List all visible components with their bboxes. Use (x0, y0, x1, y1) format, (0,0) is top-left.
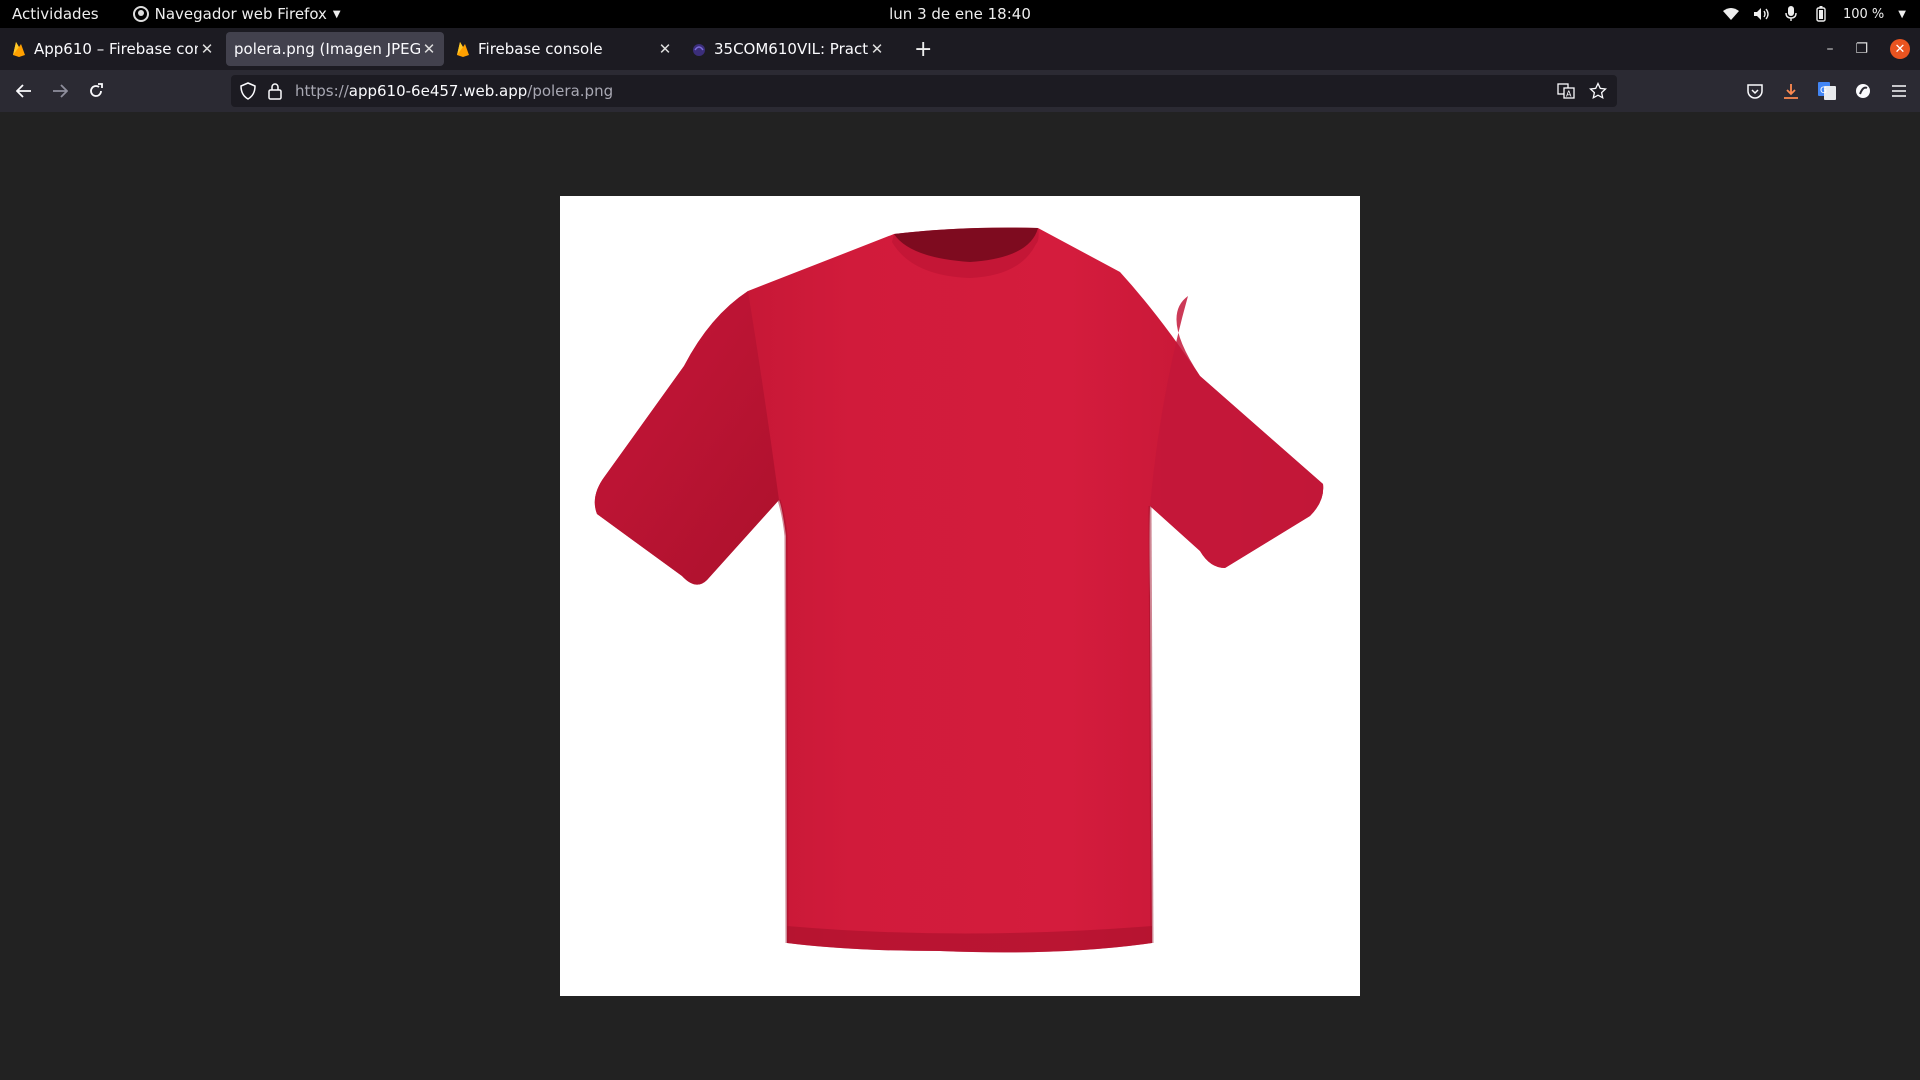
app-menu-button[interactable] (1888, 80, 1910, 102)
tracking-protection-shield-icon[interactable] (239, 82, 257, 100)
tab-app610-firebase[interactable]: App610 – Firebase console ✕ (4, 32, 222, 66)
translator-extension-button[interactable]: G (1816, 80, 1838, 102)
firebase-icon (13, 42, 25, 57)
tab-title: polera.png (Imagen JPEG, 800 × 800 píxel… (234, 40, 420, 58)
moodle-icon (693, 44, 705, 56)
pocket-button[interactable] (1744, 80, 1766, 102)
tab-title: App610 – Firebase console (34, 40, 198, 58)
system-tray[interactable]: 100 % ▼ (1722, 0, 1906, 28)
lock-icon[interactable] (267, 82, 283, 100)
downloads-button[interactable] (1780, 80, 1802, 102)
clock: lun 3 de ene 18:40 (0, 5, 1920, 23)
firebase-icon (457, 42, 469, 57)
arrow-left-icon (16, 84, 31, 98)
extension-icon (1856, 84, 1870, 98)
download-icon (1784, 84, 1798, 99)
tab-title: Firebase console (478, 40, 603, 58)
navigation-bar: https://app610-6e457.web.app/polera.png … (0, 70, 1920, 112)
gnome-top-bar: Actividades Navegador web Firefox ▼ lun … (0, 0, 1920, 28)
tab-strip: App610 – Firebase console ✕ polera.png (… (0, 28, 1920, 70)
reload-icon (90, 83, 103, 97)
volume-icon (1753, 6, 1769, 22)
close-window-button[interactable]: ✕ (1890, 39, 1910, 59)
svg-text:G: G (1820, 86, 1827, 96)
close-icon[interactable]: ✕ (198, 40, 216, 58)
battery-percent: 100 % (1842, 6, 1885, 22)
reload-button[interactable] (78, 75, 114, 107)
window-controls: – ❐ ✕ (1826, 28, 1910, 70)
image-viewer (0, 112, 1920, 1080)
new-tab-button[interactable]: + (914, 37, 932, 62)
polera-image[interactable] (560, 196, 1360, 996)
red-tshirt-image (594, 227, 1324, 953)
extension-button[interactable] (1852, 80, 1874, 102)
pocket-icon (1747, 84, 1763, 99)
forward-button[interactable] (42, 75, 78, 107)
svg-text:A: A (1566, 90, 1572, 99)
translate-icon[interactable]: A (1557, 82, 1575, 100)
url-scheme: https:// (295, 82, 349, 100)
close-icon[interactable]: ✕ (656, 40, 674, 58)
tab-polera-image[interactable]: polera.png (Imagen JPEG, 800 × 800 píxel… (226, 32, 444, 66)
hamburger-menu-icon (1892, 85, 1906, 97)
battery-icon (1813, 6, 1829, 22)
arrow-right-icon (53, 84, 68, 98)
back-button[interactable] (6, 75, 42, 107)
close-icon[interactable]: ✕ (420, 40, 438, 58)
chevron-down-icon: ▼ (1898, 8, 1906, 20)
toolbar-actions: G (1744, 70, 1910, 112)
restore-button[interactable]: ❐ (1855, 41, 1868, 57)
tab-firebase-console[interactable]: Firebase console ✕ (448, 32, 680, 66)
minimize-button[interactable]: – (1826, 41, 1833, 57)
url-bar[interactable]: https://app610-6e457.web.app/polera.png … (231, 75, 1617, 107)
wifi-icon (1722, 6, 1739, 22)
tab-moodle-course[interactable]: 35COM610VIL: Practico E ✕ (684, 32, 892, 66)
url-text[interactable]: https://app610-6e457.web.app/polera.png (295, 82, 613, 100)
bookmark-star-icon[interactable] (1589, 82, 1607, 100)
tab-title: 35COM610VIL: Practico E (714, 40, 868, 58)
close-icon[interactable]: ✕ (868, 40, 886, 58)
clock-label[interactable]: lun 3 de ene 18:40 (889, 5, 1031, 23)
url-bar-actions: A (1557, 82, 1607, 100)
microphone-icon (1783, 6, 1799, 22)
url-host: app610-6e457.web.app (348, 82, 528, 100)
url-path: /polera.png (527, 82, 614, 100)
google-translate-icon: G (1818, 82, 1836, 100)
